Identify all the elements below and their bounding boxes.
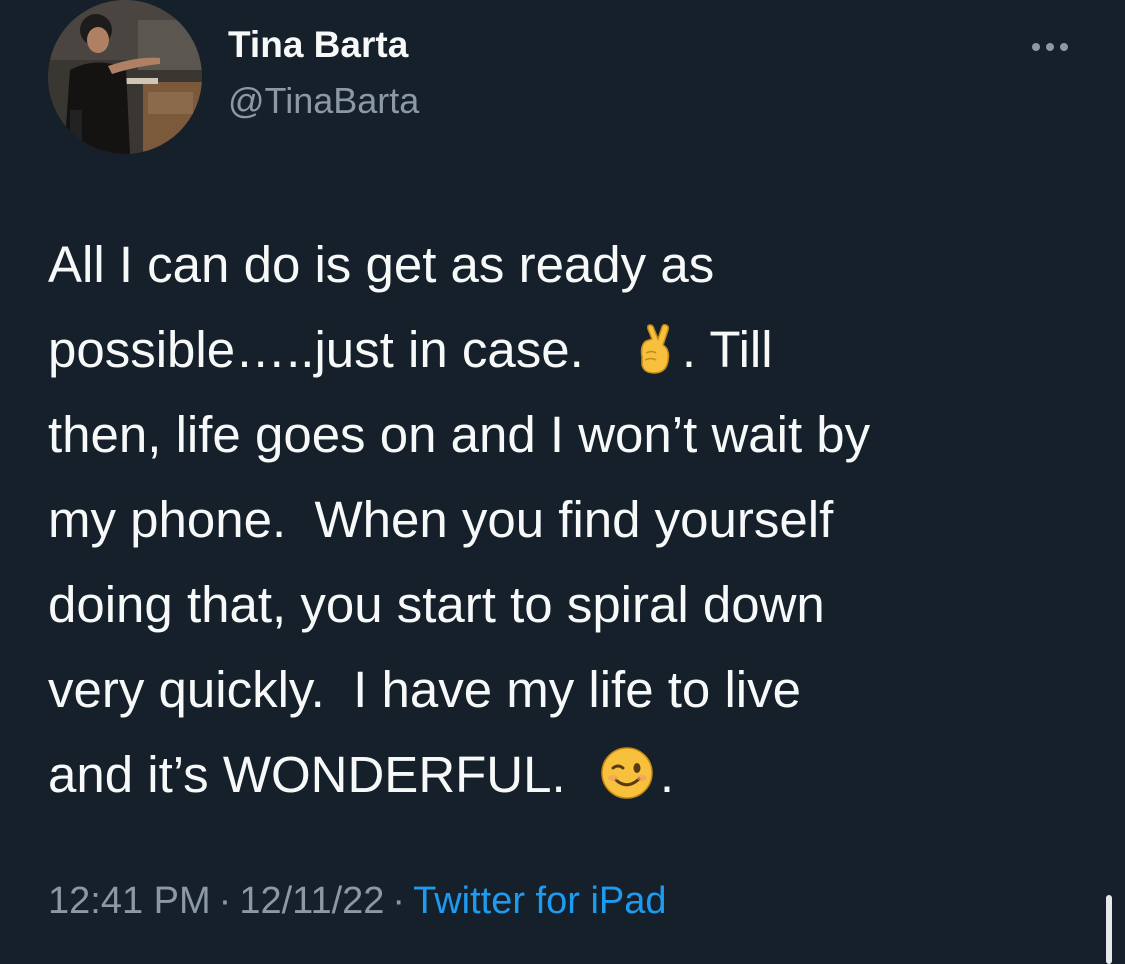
ellipsis-icon	[1060, 43, 1068, 51]
tweet-text-segment: doing that, you start to spiral down	[48, 576, 825, 633]
profile-photo-image	[48, 0, 202, 154]
ellipsis-icon	[1046, 43, 1054, 51]
winking-face-emoji-icon	[600, 740, 654, 825]
tweet-text-segment: very quickly. I have my life to live	[48, 661, 801, 718]
author-avatar[interactable]	[48, 0, 202, 154]
tweet-text-segment: All I can do is get as ready as	[48, 236, 715, 293]
tweet: Tina Barta @TinaBarta All I can do is ge…	[0, 0, 1125, 964]
tweet-text-segment: . Till	[681, 321, 773, 378]
tweet-source-link[interactable]: Twitter for iPad	[413, 880, 666, 922]
tweet-text-line: doing that, you start to spiral down	[48, 562, 1108, 647]
tweet-text-segment: .	[659, 746, 675, 803]
meta-separator: ·	[218, 880, 232, 922]
tweet-text-segment: and it’s WONDERFUL.	[48, 746, 566, 803]
more-options-button[interactable]	[1022, 30, 1078, 64]
tweet-time[interactable]: 12:41 PM	[48, 880, 211, 922]
tweet-date[interactable]: 12/11/22	[239, 880, 384, 922]
tweet-text-line: and it’s WONDERFUL. .	[48, 732, 1108, 817]
tweet-text-line: very quickly. I have my life to live	[48, 647, 1108, 732]
author-name[interactable]: Tina Barta	[228, 24, 408, 66]
tweet-text-line: my phone. When you find yourself	[48, 477, 1108, 562]
tweet-metadata: 12:41 PM · 12/11/22 · Twitter for iPad	[48, 880, 667, 923]
meta-separator: ·	[392, 880, 406, 922]
tweet-text-segment: then, life goes on and I won’t wait by	[48, 406, 871, 463]
tweet-text-line: possible…..just in case. . Till	[48, 307, 1108, 392]
ellipsis-icon	[1032, 43, 1040, 51]
crossed-fingers-emoji-icon	[632, 315, 676, 400]
tweet-text-line: then, life goes on and I won’t wait by	[48, 392, 1108, 477]
author-handle[interactable]: @TinaBarta	[228, 80, 419, 122]
tweet-text-segment: my phone. When you find yourself	[48, 491, 834, 548]
scrollbar[interactable]	[1106, 895, 1112, 964]
tweet-text-segment: possible…..just in case.	[48, 321, 584, 378]
tweet-text-line: All I can do is get as ready as	[48, 222, 1108, 307]
tweet-text: All I can do is get as ready as possible…	[48, 222, 1108, 817]
